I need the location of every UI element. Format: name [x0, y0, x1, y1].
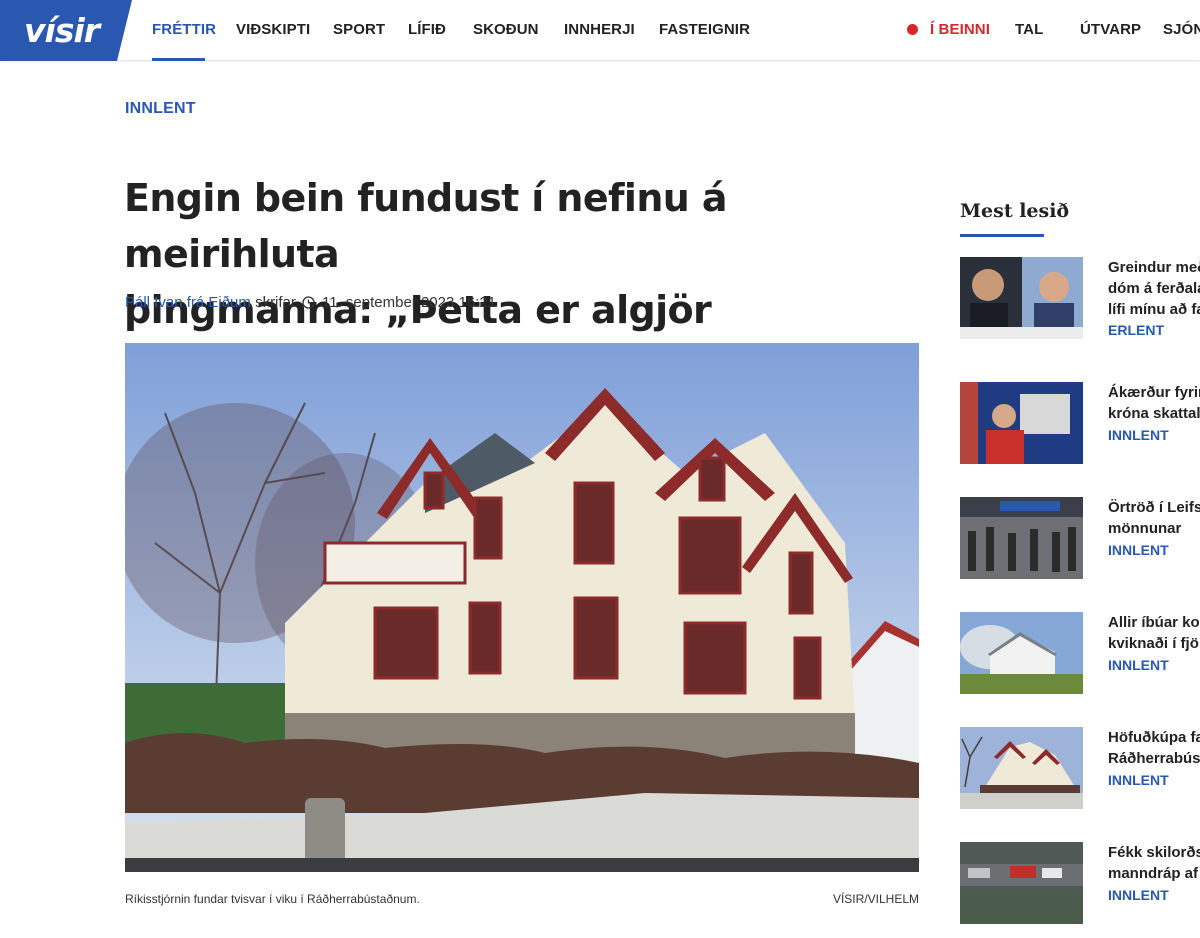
headline-line: Fékk skilorðs — [1108, 844, 1200, 861]
nav-skodun[interactable]: SKOÐUN — [473, 21, 539, 38]
thumbnail-image — [960, 842, 1083, 924]
most-read-thumbnail — [960, 257, 1083, 339]
nav-frettir[interactable]: FRÉTTIR — [152, 21, 216, 38]
headline-line: Höfuðkúpa fa — [1108, 729, 1200, 746]
visir-logo[interactable]: vísir — [0, 0, 132, 61]
most-read-headline: Fékk skilorðs manndráp af — [1108, 842, 1200, 884]
headline-line: Greindur með — [1108, 259, 1200, 276]
active-tab-indicator — [152, 58, 205, 61]
most-read-item[interactable]: Höfuðkúpa fa Ráðherrabúst INNLENT — [960, 727, 1200, 809]
most-read-item[interactable]: Fékk skilorðs manndráp af INNLENT — [960, 842, 1200, 924]
most-read-headline: Örtröð í Leifs mönnunar — [1108, 497, 1200, 539]
headline-line-1: Engin bein fundust í nefinu á meirihluta — [124, 176, 728, 276]
most-read-title: Mest lesið — [960, 200, 1070, 222]
most-read-category[interactable]: ERLENT — [1108, 322, 1164, 338]
thumbnail-image — [960, 257, 1083, 339]
headline-line: Ákærður fyrir — [1108, 384, 1200, 401]
headline-line: Allir íbúar kor — [1108, 614, 1200, 631]
most-read-thumbnail — [960, 382, 1083, 464]
most-read-thumbnail — [960, 727, 1083, 809]
logo-text: vísir — [24, 11, 100, 50]
headline-line: lífi mínu að fa — [1108, 301, 1200, 318]
most-read-category[interactable]: INNLENT — [1108, 772, 1169, 788]
nav-tal[interactable]: TAL — [1015, 21, 1043, 38]
most-read-item[interactable]: Ákærður fyrir króna skattala INNLENT — [960, 382, 1200, 464]
most-read-item[interactable]: Örtröð í Leifs mönnunar INNLENT — [960, 497, 1200, 579]
most-read-underline — [960, 234, 1044, 237]
image-caption: Ríkisstjórnin fundar tvisvar í viku í Rá… — [125, 892, 420, 906]
most-read-category[interactable]: INNLENT — [1108, 427, 1169, 443]
headline-line: dóm á ferðala — [1108, 280, 1200, 297]
thumbnail-image — [960, 612, 1083, 694]
house-photo — [125, 343, 919, 872]
article-category[interactable]: INNLENT — [125, 100, 196, 118]
nav-sport[interactable]: SPORT — [333, 21, 385, 38]
author-link[interactable]: Páll Ivan frá Eiðum — [125, 294, 251, 311]
headline-line: kviknaði í fjö — [1108, 635, 1199, 652]
clock-icon — [302, 296, 315, 309]
nav-live[interactable]: Í BEINNI — [930, 21, 990, 38]
most-read-category[interactable]: INNLENT — [1108, 657, 1169, 673]
nav-innherji[interactable]: INNHERJI — [564, 21, 635, 38]
most-read-thumbnail — [960, 842, 1083, 924]
thumbnail-image — [960, 382, 1083, 464]
most-read-headline: Höfuðkúpa fa Ráðherrabúst — [1108, 727, 1200, 769]
most-read-category[interactable]: INNLENT — [1108, 542, 1169, 558]
headline-line: manndráp af — [1108, 865, 1199, 882]
nav-utvarp[interactable]: ÚTVARP — [1080, 21, 1141, 38]
article-hero-image[interactable] — [125, 343, 919, 872]
most-read-thumbnail — [960, 612, 1083, 694]
most-read-headline: Ákærður fyrir króna skattala — [1108, 382, 1200, 424]
live-indicator-icon — [907, 24, 918, 35]
top-navigation-bar: vísir FRÉTTIR VIÐSKIPTI SPORT LÍFIÐ SKOÐ… — [0, 0, 1200, 61]
most-read-item[interactable]: Greindur með dóm á ferðala lífi mínu að … — [960, 257, 1200, 339]
thumbnail-image — [960, 727, 1083, 809]
publish-date: 11. september 2023 16:21 — [322, 294, 497, 311]
nav-vidskipti[interactable]: VIÐSKIPTI — [236, 21, 310, 38]
byline: Páll Ivan frá Eiðum skrifar — [125, 294, 296, 311]
nav-fasteignir[interactable]: FASTEIGNIR — [659, 21, 750, 38]
nav-sjon[interactable]: SJÓN — [1163, 21, 1200, 38]
thumbnail-image — [960, 497, 1083, 579]
most-read-category[interactable]: INNLENT — [1108, 887, 1169, 903]
nav-lifid[interactable]: LÍFIÐ — [408, 21, 446, 38]
author-role: skrifar — [255, 294, 296, 311]
image-credit: VÍSIR/VILHELM — [832, 892, 919, 906]
most-read-item[interactable]: Allir íbúar kor kviknaði í fjö INNLENT — [960, 612, 1200, 694]
headline-line: mönnunar — [1108, 520, 1182, 537]
most-read-headline: Allir íbúar kor kviknaði í fjö — [1108, 612, 1200, 654]
most-read-headline: Greindur með dóm á ferðala lífi mínu að … — [1108, 257, 1200, 320]
headline-line: króna skattala — [1108, 405, 1200, 422]
headline-line: Ráðherrabúst — [1108, 750, 1200, 767]
most-read-thumbnail — [960, 497, 1083, 579]
headline-line: Örtröð í Leifs — [1108, 499, 1200, 516]
